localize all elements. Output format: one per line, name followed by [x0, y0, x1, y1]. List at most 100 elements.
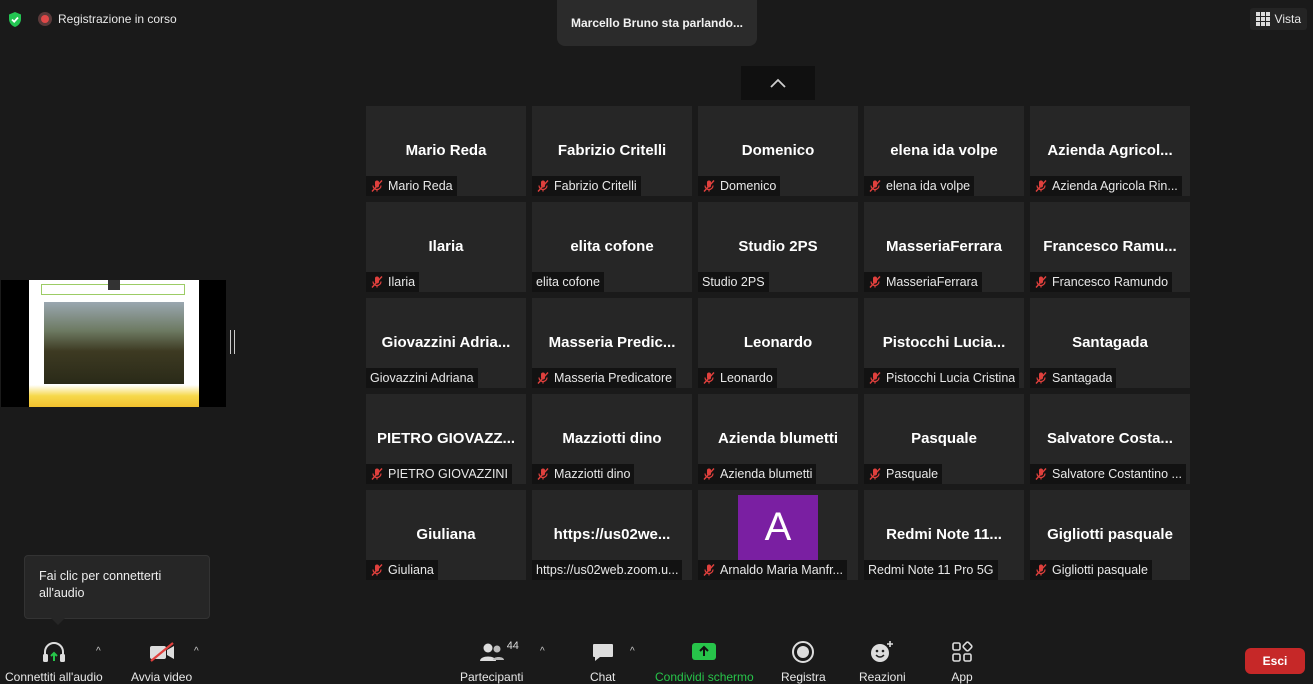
participant-tile[interactable]: MasseriaFerrara MasseriaFerrara	[864, 202, 1024, 292]
participant-tile[interactable]: Santagada Santagada	[1030, 298, 1190, 388]
meeting-toolbar: Connettiti all'audio ^ Avvia video ^ 44 …	[0, 632, 1313, 684]
participant-name-text: Gigliotti pasquale	[1052, 563, 1148, 577]
participant-name-text: Salvatore Costantino ...	[1052, 467, 1182, 481]
gallery-scroll-up-button[interactable]	[741, 66, 815, 100]
mic-muted-icon	[868, 371, 882, 385]
share-screen-label: Condividi schermo	[655, 670, 754, 684]
participant-display-name: Giovazzini Adria...	[381, 334, 511, 351]
participants-button[interactable]: 44 Partecipanti	[460, 638, 523, 684]
record-icon	[791, 638, 815, 666]
participant-name-text: Fabrizio Critelli	[554, 179, 637, 193]
participant-display-name: Santagada	[1072, 334, 1148, 351]
recording-label: Registrazione in corso	[58, 12, 177, 26]
participant-tile[interactable]: PIETRO GIOVAZZ... PIETRO GIOVAZZINI	[366, 394, 526, 484]
participant-display-name: https://us02we...	[553, 526, 671, 543]
mic-muted-icon	[370, 179, 384, 193]
participant-tile[interactable]: https://us02we... https://us02web.zoom.u.…	[532, 490, 692, 580]
participant-tile[interactable]: Mario Reda Mario Reda	[366, 106, 526, 196]
participant-display-name: Azienda Agricol...	[1047, 142, 1173, 159]
participant-tile[interactable]: Azienda blumetti Azienda blumetti	[698, 394, 858, 484]
participant-tile[interactable]: Redmi Note 11... Redmi Note 11 Pro 5G	[864, 490, 1024, 580]
participant-tile[interactable]: elita cofone elita cofone	[532, 202, 692, 292]
security-shield-icon[interactable]	[6, 10, 24, 28]
participant-name-text: Mazziotti dino	[554, 467, 631, 481]
participant-display-name: Mario Reda	[405, 142, 487, 159]
mic-muted-icon	[868, 467, 882, 481]
participant-tile[interactable]: A Arnaldo Maria Manfr...	[698, 490, 858, 580]
mic-muted-icon	[702, 371, 716, 385]
participant-tile[interactable]: Leonardo Leonardo	[698, 298, 858, 388]
participant-name-text: https://us02web.zoom.u...	[536, 563, 679, 577]
participant-name-text: Mario Reda	[388, 179, 453, 193]
record-label: Registra	[781, 670, 826, 684]
participant-display-name: Masseria Predic...	[548, 334, 676, 351]
participant-display-name: Leonardo	[743, 334, 813, 351]
participant-tile[interactable]: Pasquale Pasquale	[864, 394, 1024, 484]
participant-name-text: Leonardo	[720, 371, 773, 385]
mic-muted-icon	[370, 467, 384, 481]
participant-name-label: Pasquale	[864, 464, 943, 484]
participant-tile[interactable]: Fabrizio Critelli Fabrizio Critelli	[532, 106, 692, 196]
chat-button[interactable]: Chat	[590, 638, 615, 684]
audio-options-caret[interactable]: ^	[96, 646, 101, 657]
resize-handle[interactable]	[230, 330, 235, 354]
participant-tile[interactable]: Studio 2PS Studio 2PS	[698, 202, 858, 292]
participant-tile[interactable]: Francesco Ramu... Francesco Ramundo	[1030, 202, 1190, 292]
participant-tile[interactable]: Ilaria Ilaria	[366, 202, 526, 292]
slide-photo	[44, 302, 184, 384]
participant-name-label: Azienda blumetti	[698, 464, 817, 484]
headphones-icon	[41, 638, 67, 666]
participant-display-name: elita cofone	[570, 238, 654, 255]
mic-muted-icon	[370, 563, 384, 577]
participant-display-name: Francesco Ramu...	[1043, 238, 1177, 255]
participant-tile[interactable]: Pistocchi Lucia... Pistocchi Lucia Cristi…	[864, 298, 1024, 388]
participant-name-text: Santagada	[1052, 371, 1113, 385]
apps-label: App	[951, 670, 973, 684]
participant-tile[interactable]: elena ida volpe elena ida volpe	[864, 106, 1024, 196]
participants-options-caret[interactable]: ^	[540, 646, 545, 657]
start-video-button[interactable]: Avvia video	[131, 638, 192, 684]
join-audio-button[interactable]: Connettiti all'audio	[5, 638, 103, 684]
share-screen-button[interactable]: Condividi schermo	[655, 638, 754, 684]
participant-display-name: Fabrizio Critelli	[557, 142, 667, 159]
active-speaker-banner: Marcello Bruno sta parlando...	[557, 0, 757, 46]
participant-gallery: Mario Reda Mario Reda Fabrizio Critelli Fab…	[366, 106, 1190, 580]
participant-name-text: PIETRO GIOVAZZINI	[388, 467, 508, 481]
reactions-button[interactable]: Reazioni	[859, 638, 906, 684]
participant-name-text: Azienda Agricola Rin...	[1052, 179, 1178, 193]
participant-name-text: Masseria Predicatore	[554, 371, 673, 385]
participant-name-text: Pasquale	[886, 467, 939, 481]
chevron-up-icon	[770, 78, 786, 88]
participant-tile[interactable]: Domenico Domenico	[698, 106, 858, 196]
start-video-label: Avvia video	[131, 670, 193, 684]
join-audio-tooltip: Fai clic per connetterti all'audio	[24, 555, 210, 625]
participants-count: 44	[506, 640, 519, 652]
participant-tile[interactable]: Salvatore Costa... Salvatore Costantino .…	[1030, 394, 1190, 484]
participant-tile[interactable]: Giovazzini Adria... Giovazzini Adriana	[366, 298, 526, 388]
video-options-caret[interactable]: ^	[194, 646, 199, 657]
participant-tile[interactable]: Azienda Agricol... Azienda Agricola Rin..…	[1030, 106, 1190, 196]
participant-tile[interactable]: Giuliana Giuliana	[366, 490, 526, 580]
participant-name-text: Studio 2PS	[702, 275, 765, 289]
participant-name-text: Francesco Ramundo	[1052, 275, 1169, 289]
participant-name-label: Domenico	[698, 176, 781, 196]
exit-meeting-button[interactable]: Esci	[1245, 648, 1305, 674]
participant-name-label: Masseria Predicatore	[532, 368, 677, 388]
view-button[interactable]: Vista	[1249, 8, 1307, 30]
participant-name-label: Azienda Agricola Rin...	[1030, 176, 1182, 196]
participant-tile[interactable]: Gigliotti pasquale Gigliotti pasquale	[1030, 490, 1190, 580]
shared-screen-thumbnail[interactable]	[1, 280, 226, 407]
participant-tile[interactable]: Mazziotti dino Mazziotti dino	[532, 394, 692, 484]
participant-avatar: A	[738, 495, 818, 560]
recording-indicator[interactable]: Registrazione in corso	[38, 12, 177, 26]
participant-name-label: Mario Reda	[366, 176, 457, 196]
thumbnail-options-icon[interactable]	[108, 280, 120, 290]
chat-options-caret[interactable]: ^	[630, 646, 635, 657]
participant-name-label: Santagada	[1030, 368, 1117, 388]
participant-tile[interactable]: Masseria Predic... Masseria Predicatore	[532, 298, 692, 388]
participant-name-text: Arnaldo Maria Manfr...	[720, 563, 843, 577]
participant-name-text: MasseriaFerrara	[886, 275, 978, 289]
apps-button[interactable]: App	[951, 638, 973, 684]
participant-name-label: Redmi Note 11 Pro 5G	[864, 560, 998, 580]
record-button[interactable]: Registra	[781, 638, 826, 684]
